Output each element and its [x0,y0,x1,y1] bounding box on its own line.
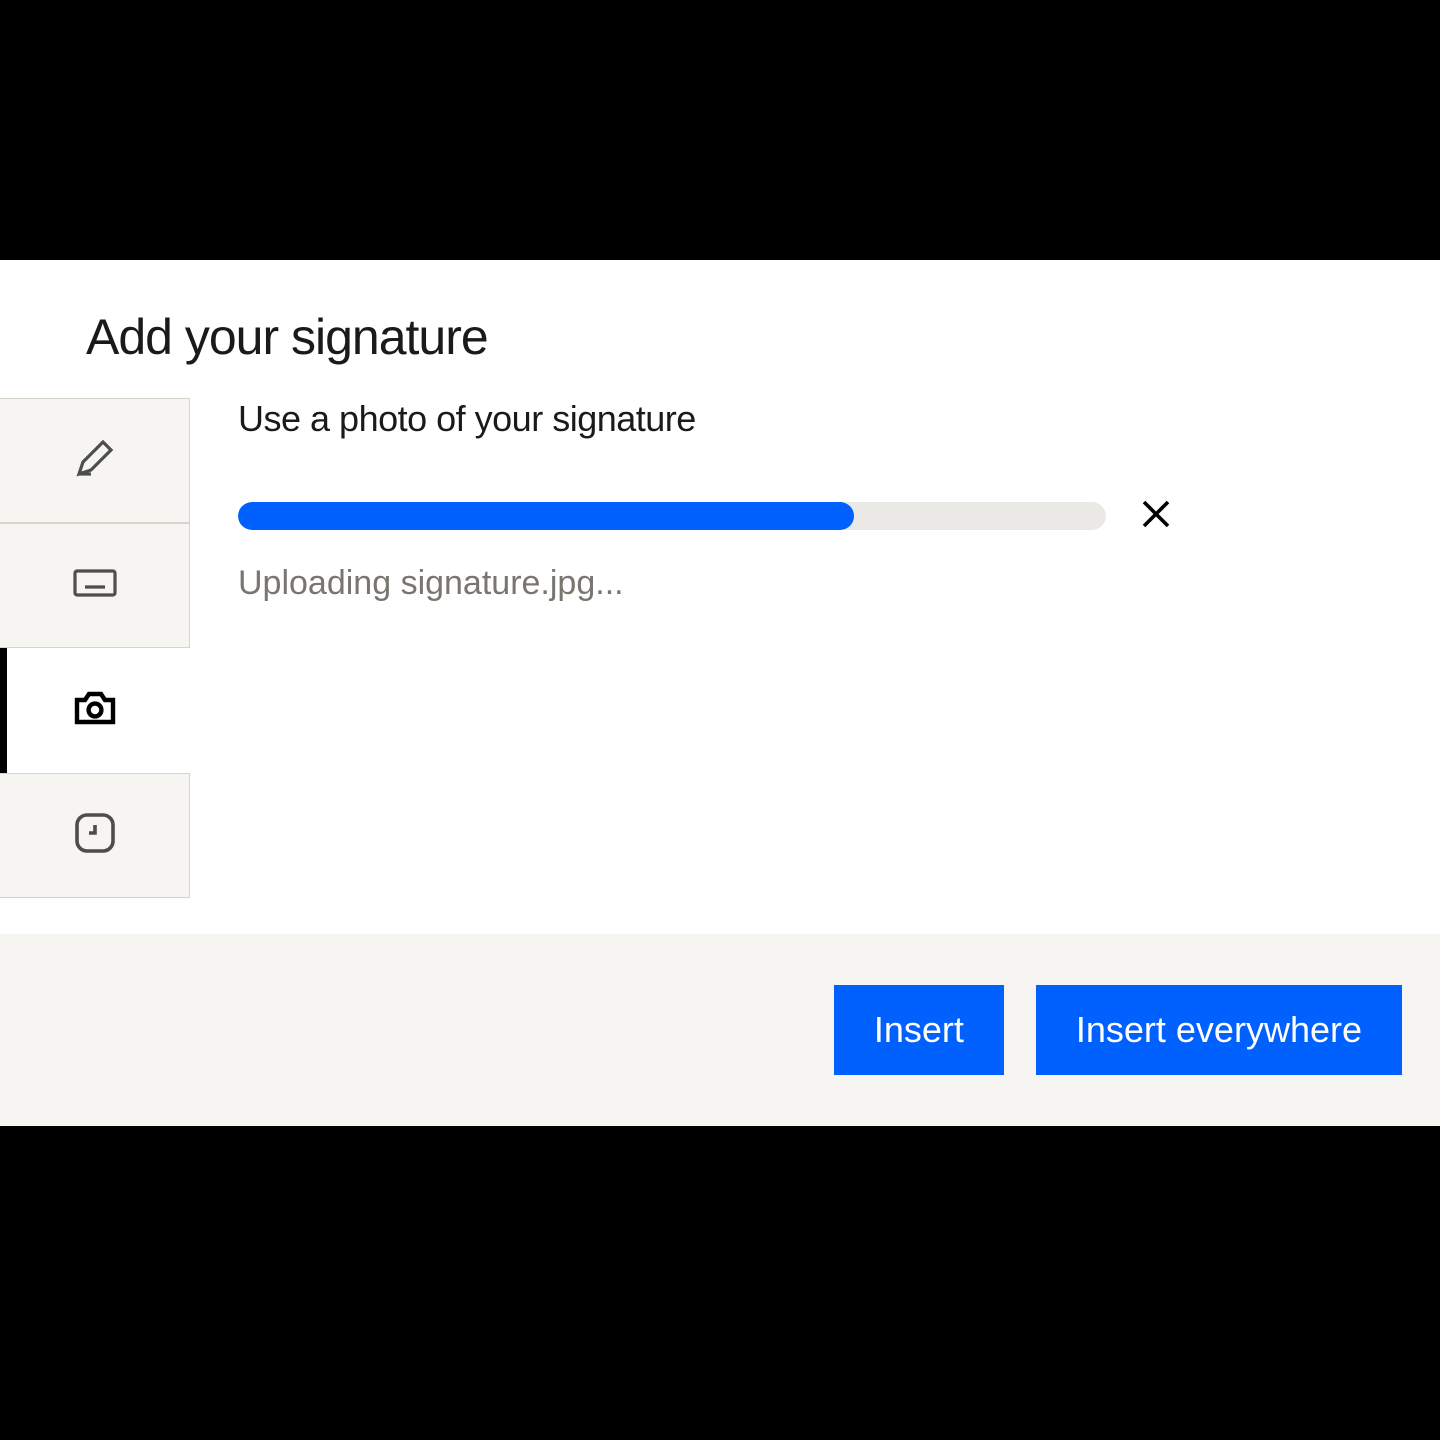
upload-progress-bar [238,502,1106,530]
insert-everywhere-button[interactable]: Insert everywhere [1036,985,1402,1075]
tab-draw[interactable] [0,398,190,523]
clock-icon [71,809,119,862]
dialog-footer: Insert Insert everywhere [0,934,1440,1126]
close-icon [1138,496,1174,537]
cancel-upload-button[interactable] [1136,496,1176,536]
main-panel: Use a photo of your signature Uploading … [190,398,1440,934]
signature-dialog: Add your signature [0,260,1440,1126]
signature-method-tabs [0,398,190,934]
upload-progress-row [238,496,1392,536]
tab-recent[interactable] [0,773,190,898]
upload-status-text: Uploading signature.jpg... [238,564,1392,603]
tab-photo[interactable] [0,648,190,773]
dialog-body: Use a photo of your signature Uploading … [0,398,1440,934]
tab-type[interactable] [0,523,190,648]
keyboard-icon [71,559,119,612]
camera-icon [71,684,119,737]
dialog-title: Add your signature [0,260,1440,398]
insert-button[interactable]: Insert [834,985,1004,1075]
pencil-icon [71,434,119,487]
upload-progress-fill [238,502,854,530]
panel-subheading: Use a photo of your signature [238,398,1392,440]
